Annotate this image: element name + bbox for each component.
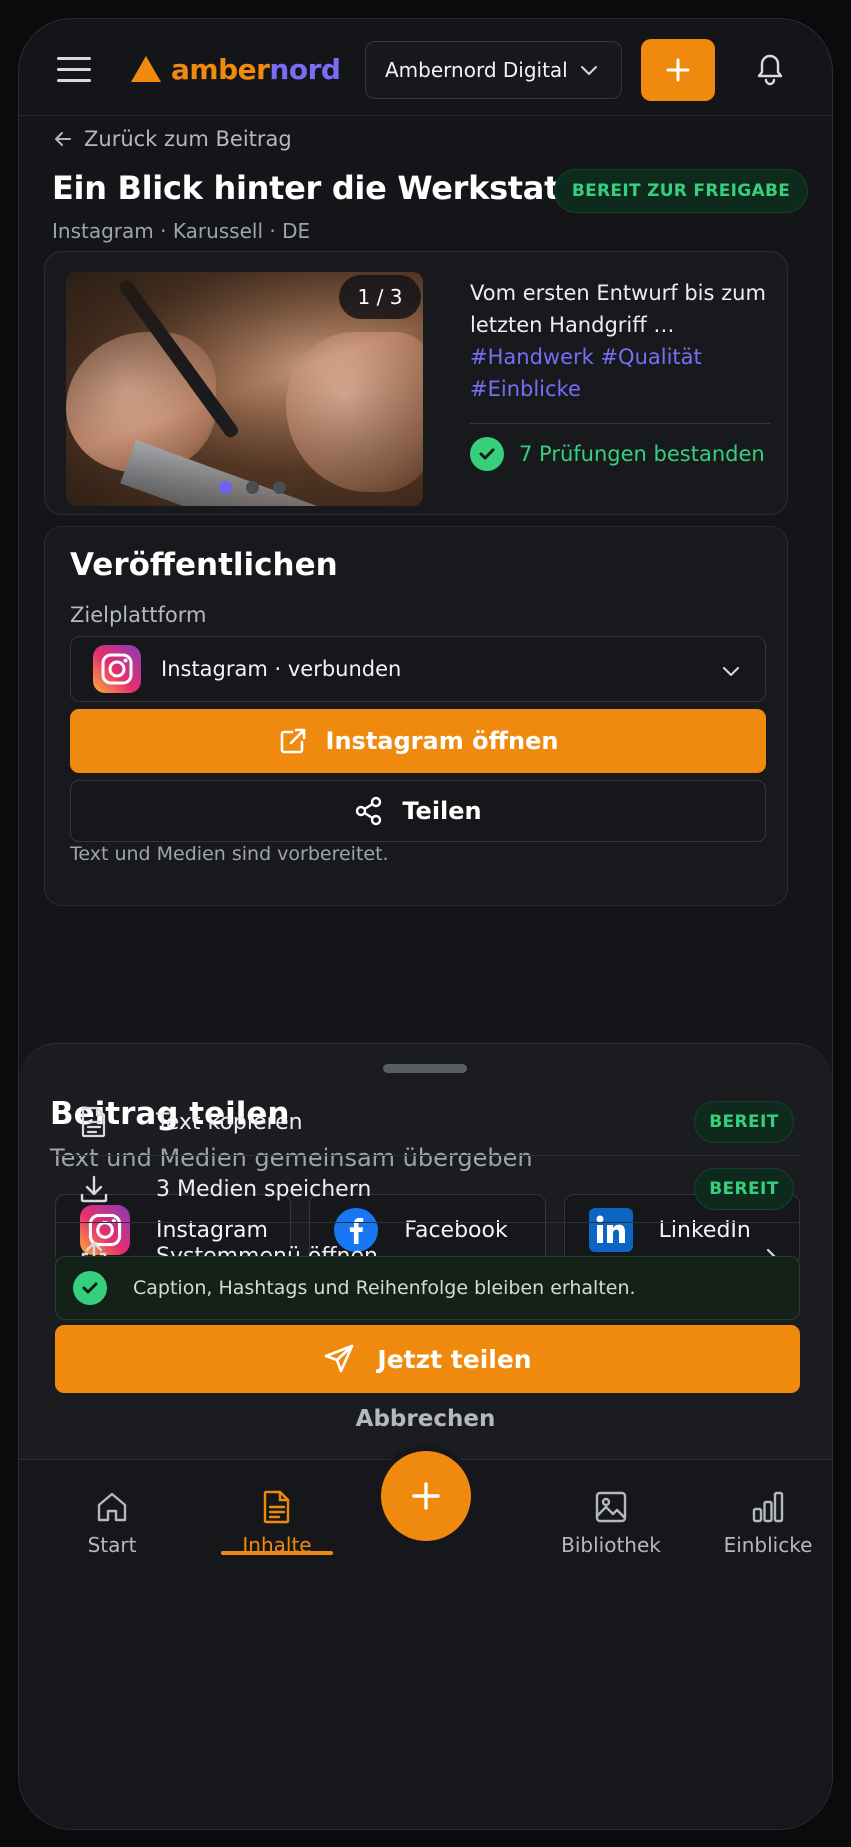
document-icon <box>263 1490 290 1524</box>
ready-badge: BEREIT <box>694 1101 794 1143</box>
carousel-dot[interactable] <box>246 481 259 494</box>
carousel-dots <box>219 481 286 494</box>
open-instagram-label: Instagram öffnen <box>325 727 559 755</box>
arrow-left-icon <box>55 132 71 146</box>
chevron-down-icon <box>723 667 739 676</box>
ready-badge: BEREIT <box>694 1168 794 1210</box>
workspace-selector[interactable]: Ambernord Digital <box>365 41 622 99</box>
plus-icon <box>666 58 690 82</box>
platform-select[interactable]: Instagram · verbunden <box>70 636 766 702</box>
sheet-grabber[interactable] <box>383 1064 467 1073</box>
action-label: 3 Medien speichern <box>156 1176 372 1202</box>
action-copy-text[interactable]: Text kopieren BEREIT <box>55 1089 800 1156</box>
tab-inhalte[interactable]: Inhalte <box>202 1485 352 1557</box>
tab-label: Start <box>87 1533 137 1557</box>
chevron-down-icon <box>581 66 597 75</box>
image-icon <box>595 1491 627 1523</box>
target-platform-label: Zielplattform <box>70 603 207 627</box>
bar-chart-icon <box>752 1491 784 1523</box>
external-link-icon <box>280 728 305 754</box>
checks-label: 7 Prüfungen bestanden <box>519 442 765 466</box>
carousel-dot[interactable] <box>219 481 232 494</box>
check-circle-icon <box>73 1271 107 1305</box>
share-button-label: Teilen <box>402 797 482 825</box>
action-save-media[interactable]: 3 Medien speichern BEREIT <box>55 1156 800 1223</box>
divider <box>470 423 770 424</box>
check-circle-icon <box>470 437 504 471</box>
checks-passed: 7 Prüfungen bestanden <box>470 437 765 471</box>
back-link[interactable]: Zurück zum Beitrag <box>52 127 292 151</box>
carousel-dot[interactable] <box>273 481 286 494</box>
logo-triangle-icon <box>131 56 161 82</box>
app-frame: ambernord Ambernord Digital Zurück zum B… <box>18 18 833 1830</box>
bell-icon[interactable] <box>753 49 787 87</box>
platform-name: Instagram <box>161 657 268 681</box>
tab-start[interactable]: Start <box>37 1485 187 1557</box>
cancel-button[interactable]: Abbrechen <box>19 1406 832 1432</box>
carousel-counter: 1 / 3 <box>339 275 421 319</box>
tab-label: Bibliothek <box>561 1533 661 1557</box>
info-text: Caption, Hashtags und Reihenfolge bleibe… <box>133 1277 636 1299</box>
home-icon <box>97 1492 127 1522</box>
tab-bibliothek[interactable]: Bibliothek <box>536 1485 686 1557</box>
publish-note: Text und Medien sind vorbereitet. <box>70 843 389 865</box>
info-notice: Caption, Hashtags und Reihenfolge bleibe… <box>55 1256 800 1320</box>
post-title: Ein Blick hinter die Werkstatt <box>52 169 575 207</box>
status-badge: BEREIT ZUR FREIGABE <box>554 169 808 213</box>
active-tab-indicator <box>221 1551 333 1555</box>
post-meta: Instagram · Karussell · DE <box>52 219 311 243</box>
download-icon <box>80 1175 108 1203</box>
hamburger-icon[interactable] <box>57 57 91 83</box>
action-label: Text kopieren <box>156 1109 303 1135</box>
add-button[interactable] <box>641 39 715 101</box>
tab-einblicke[interactable]: Einblicke <box>693 1485 832 1557</box>
brand-name-part2: nord <box>269 52 341 86</box>
brand-logo[interactable]: ambernord <box>131 49 341 89</box>
brand-name-part1: amber <box>171 52 270 86</box>
post-caption: Vom ersten Entwurf bis zum letzten Handg… <box>470 281 766 337</box>
back-link-label: Zurück zum Beitrag <box>84 127 292 151</box>
send-icon <box>325 1344 354 1373</box>
share-button[interactable]: Teilen <box>70 780 766 842</box>
share-now-button[interactable]: Jetzt teilen <box>55 1325 800 1393</box>
share-nodes-icon <box>356 796 382 826</box>
tab-label: Einblicke <box>723 1533 813 1557</box>
top-header: ambernord Ambernord Digital <box>19 19 832 116</box>
post-hashtags: #Handwerk #Qualität #Einblicke <box>470 345 702 401</box>
create-fab[interactable] <box>381 1451 471 1541</box>
platform-status: verbunden <box>287 657 402 681</box>
workspace-name: Ambernord Digital <box>385 58 568 82</box>
share-now-label: Jetzt teilen <box>377 1344 532 1374</box>
publish-title: Veröffentlichen <box>70 547 338 583</box>
document-icon <box>81 1106 106 1138</box>
plus-icon <box>412 1482 440 1510</box>
instagram-icon <box>93 645 141 693</box>
open-instagram-button[interactable]: Instagram öffnen <box>70 709 766 773</box>
